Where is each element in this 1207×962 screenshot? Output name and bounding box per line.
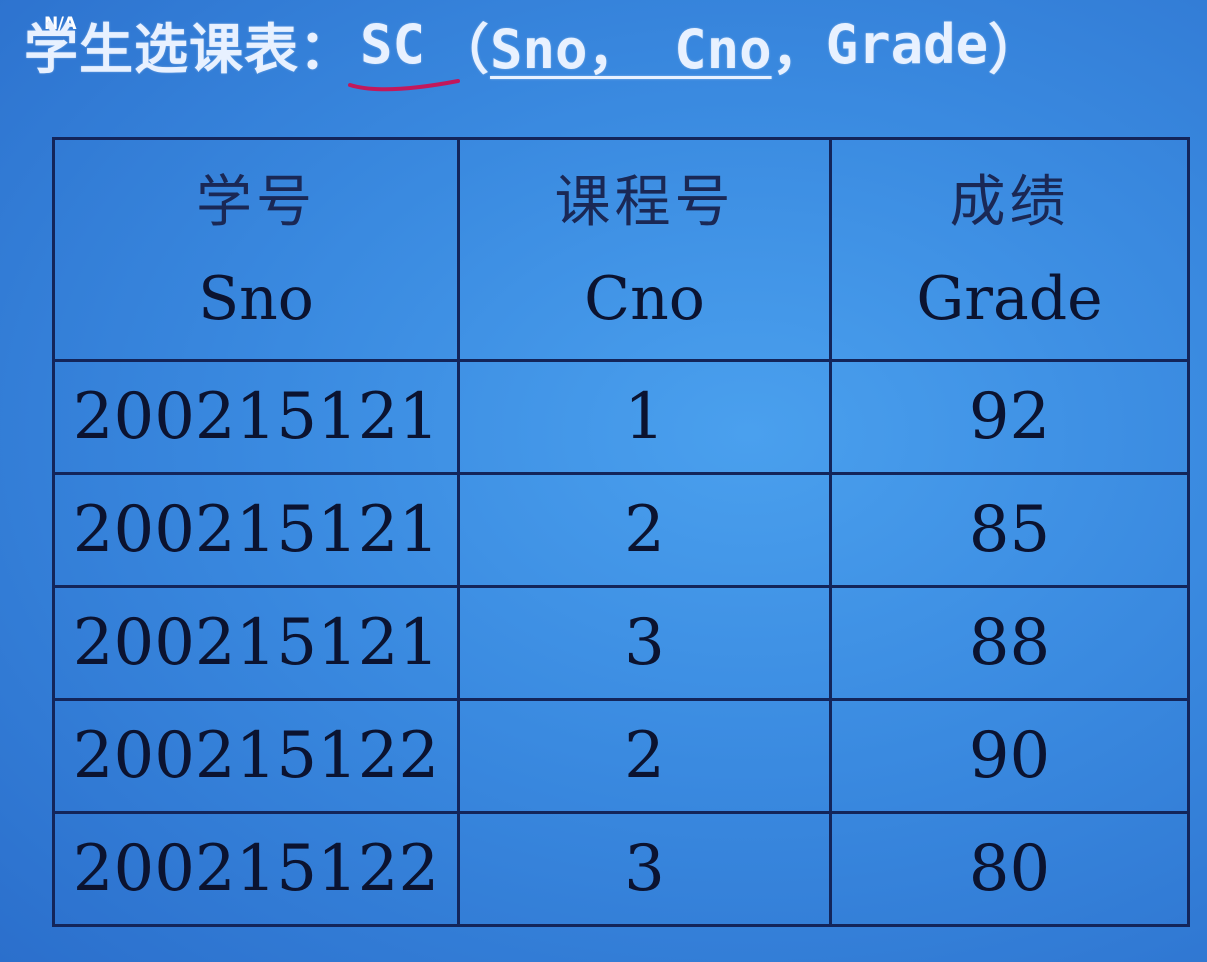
heading-prefix: 学生选课表：	[24, 17, 354, 81]
header-zh-label: 学号	[196, 169, 316, 235]
pen-underline-stroke	[348, 78, 460, 91]
header-en-label: Sno	[198, 263, 314, 334]
table-header-row: 学号 Sno 课程号 Cno 成绩 Grade	[52, 137, 1190, 362]
header-grade: 成绩 Grade	[829, 137, 1190, 362]
cell-grade: 85	[829, 472, 1190, 588]
header-cno: 课程号 Cno	[457, 137, 832, 362]
table-row: 200215121 1 92	[52, 359, 1190, 475]
cell-cno: 1	[457, 359, 832, 475]
heading-table-name: SC	[348, 12, 460, 91]
table-name-text: SC	[360, 12, 426, 76]
heading-separator: ，	[771, 17, 826, 81]
heading-key-fields: Sno， Cno	[490, 17, 772, 81]
table-row: 200215121 2 85	[52, 472, 1190, 588]
cell-sno: 200215122	[52, 811, 460, 927]
table-row: 200215122 3 80	[52, 811, 1190, 927]
header-zh-label: 课程号	[554, 169, 735, 235]
cell-cno: 3	[457, 811, 832, 927]
cell-cno: 2	[457, 472, 832, 588]
header-sno: 学号 Sno	[52, 137, 460, 362]
header-en-label: Grade	[916, 263, 1103, 334]
cell-sno: 200215121	[52, 472, 460, 588]
cell-grade: 80	[829, 811, 1190, 927]
heading-other-field: Grade	[825, 12, 989, 76]
table-row: 200215122 2 90	[52, 698, 1190, 814]
header-en-label: Cno	[584, 263, 705, 334]
table-row: 200215121 3 88	[52, 585, 1190, 701]
cell-cno: 2	[457, 698, 832, 814]
cell-sno: 200215121	[52, 585, 460, 701]
cell-grade: 88	[829, 585, 1190, 701]
cell-grade: 90	[829, 698, 1190, 814]
heading-close-paren: ）	[988, 17, 1044, 81]
cell-sno: 200215122	[52, 698, 460, 814]
sc-table: 学号 Sno 课程号 Cno 成绩 Grade 200215121 1 92 2…	[52, 137, 1190, 927]
slide-heading: 学生选课表： SC （ Sno， Cno ， Grade ）	[24, 4, 1044, 91]
cell-sno: 200215121	[52, 359, 460, 475]
cell-cno: 3	[457, 585, 832, 701]
cell-grade: 92	[829, 359, 1190, 475]
header-zh-label: 成绩	[949, 169, 1070, 235]
